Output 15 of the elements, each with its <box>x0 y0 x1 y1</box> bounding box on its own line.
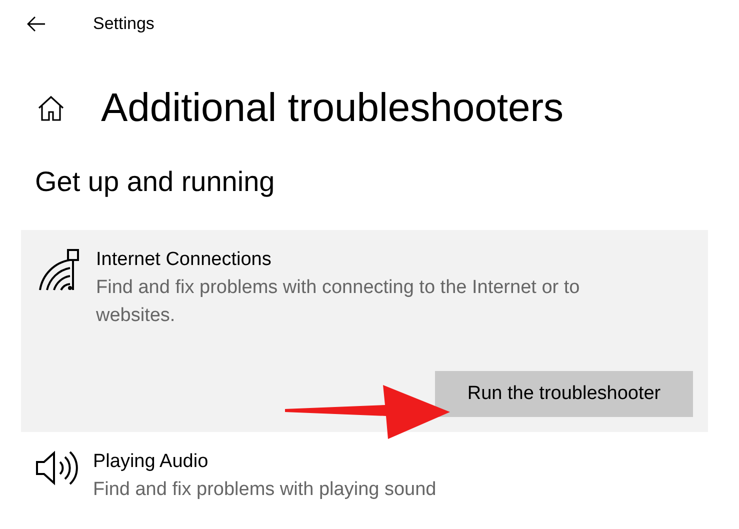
back-arrow-icon <box>26 16 46 32</box>
section-title: Get up and running <box>35 165 276 199</box>
arrow-icon <box>285 385 450 439</box>
page-title: Additional troubleshooters <box>101 85 564 132</box>
troubleshooter-card[interactable]: Internet Connections Find and fix problems with connecting to the Internet or to websites. Run the troubleshooter <box>21 230 708 432</box>
speaker-icon <box>35 450 79 486</box>
troubleshooter-description: Find and fix problems with playing sound <box>93 478 438 502</box>
troubleshooter-name: Playing Audio <box>93 450 210 474</box>
home-icon <box>37 95 65 121</box>
troubleshooter-name: Internet Connections <box>96 248 272 272</box>
run-troubleshooter-button[interactable]: Run the troubleshooter <box>435 371 693 417</box>
troubleshooter-item[interactable]: Playing Audio Find and fix problems with playing sound <box>21 432 708 504</box>
troubleshooter-description: Find and fix problems with connecting to the Internet or to websites. <box>96 276 581 328</box>
wifi-icon <box>38 248 80 292</box>
window-title: Settings <box>93 13 154 36</box>
